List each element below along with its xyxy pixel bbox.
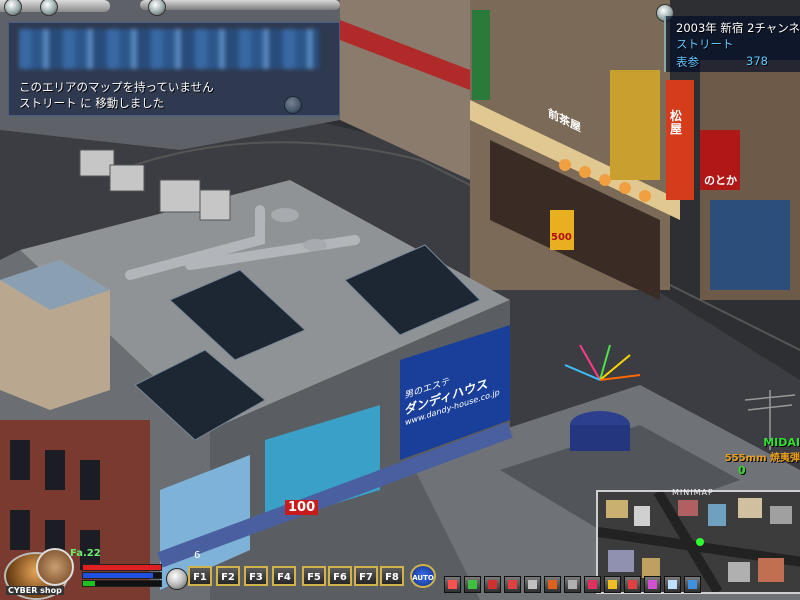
water-tank-body (570, 425, 630, 451)
chat-log[interactable]: このエリアのマップを持っていません ストリート に 移動しました (8, 22, 340, 116)
hotkey-f1[interactable]: F1 (188, 566, 212, 586)
skill-slot-icon[interactable] (544, 576, 561, 593)
exp-fill (83, 581, 95, 586)
skill-slot-icon[interactable] (644, 576, 661, 593)
hp-fill (83, 565, 161, 570)
red-vertical-sign (666, 80, 694, 200)
auto-button[interactable]: AUTO (410, 564, 436, 588)
location-panel: 2003年 新宿 2チャンネル ストリート 表参 378 (664, 16, 800, 72)
skill-slot-icon[interactable] (524, 576, 541, 593)
billboard-number: 100 (285, 500, 319, 515)
mp-bar (82, 572, 162, 579)
vertical-sign-1: 松屋 (670, 109, 683, 136)
player-level: Fa.22 (70, 548, 101, 559)
player-marker-icon (696, 538, 704, 546)
player-avatar[interactable] (36, 548, 74, 586)
target-count: 0 (738, 464, 746, 477)
exp-bar (82, 580, 162, 587)
hotkey-f3[interactable]: F3 (244, 566, 268, 586)
skill-slot-icon[interactable] (604, 576, 621, 593)
mp-fill (83, 573, 154, 578)
location-date-area: 2003年 新宿 2チャンネル (676, 21, 800, 35)
player-status: CYBER shop Fa.22 6 (0, 548, 200, 600)
hotkey-f4[interactable]: F4 (272, 566, 296, 586)
hotkey-bar: F1 F2 F3 F4 F5 F6 F7 F8 AUTO (188, 562, 438, 590)
game-scene[interactable]: 男のエステ ダンディハウス www.dandy-house.co.jp 前茶屋 … (0, 0, 800, 600)
chat-line-1: このエリアのマップを持っていません (19, 80, 214, 94)
skill-slot-icon[interactable] (564, 576, 581, 593)
censored-chat (19, 29, 319, 69)
bomb-icon[interactable] (166, 568, 188, 590)
skill-slot-icon[interactable] (684, 576, 701, 593)
minimap-title: MINIMAP (672, 488, 714, 497)
skill-slot-icon[interactable] (444, 576, 461, 593)
hotkey-f2[interactable]: F2 (216, 566, 240, 586)
hotkey-f7[interactable]: F7 (354, 566, 378, 586)
location-zone: ストリート (676, 37, 734, 51)
top-pipe-center (140, 0, 340, 10)
chat-line-2: ストリート に 移動しました (19, 96, 165, 110)
skill-slot-icon[interactable] (464, 576, 481, 593)
location-count: 378 (746, 54, 768, 68)
price-sign: 500 (551, 232, 572, 243)
skill-slot-icon[interactable] (504, 576, 521, 593)
target-info: MIDAI 555mm 焼夷弾 0 (712, 436, 800, 477)
location-place: 表参 (676, 55, 699, 69)
price-sign-board (550, 210, 574, 250)
green-vertical-sign (472, 10, 490, 100)
skill-slot-icon[interactable] (484, 576, 501, 593)
ammo-count: 6 (194, 550, 201, 561)
skill-slot-icon[interactable] (584, 576, 601, 593)
skill-bar (444, 574, 714, 596)
hp-bar (82, 564, 162, 571)
hotkey-f8[interactable]: F8 (380, 566, 404, 586)
vending-area (710, 200, 790, 290)
skill-slot-icon[interactable] (664, 576, 681, 593)
target-weapon: 555mm 焼夷弾 (724, 453, 800, 464)
skill-slot-icon[interactable] (624, 576, 641, 593)
hotkey-f6[interactable]: F6 (328, 566, 352, 586)
vertical-sign-2: のとか (704, 174, 737, 187)
yellow-sign-board (610, 70, 660, 180)
shop-label[interactable]: CYBER shop (6, 586, 64, 595)
target-name: MIDAI (763, 436, 800, 449)
hotkey-f5[interactable]: F5 (302, 566, 326, 586)
